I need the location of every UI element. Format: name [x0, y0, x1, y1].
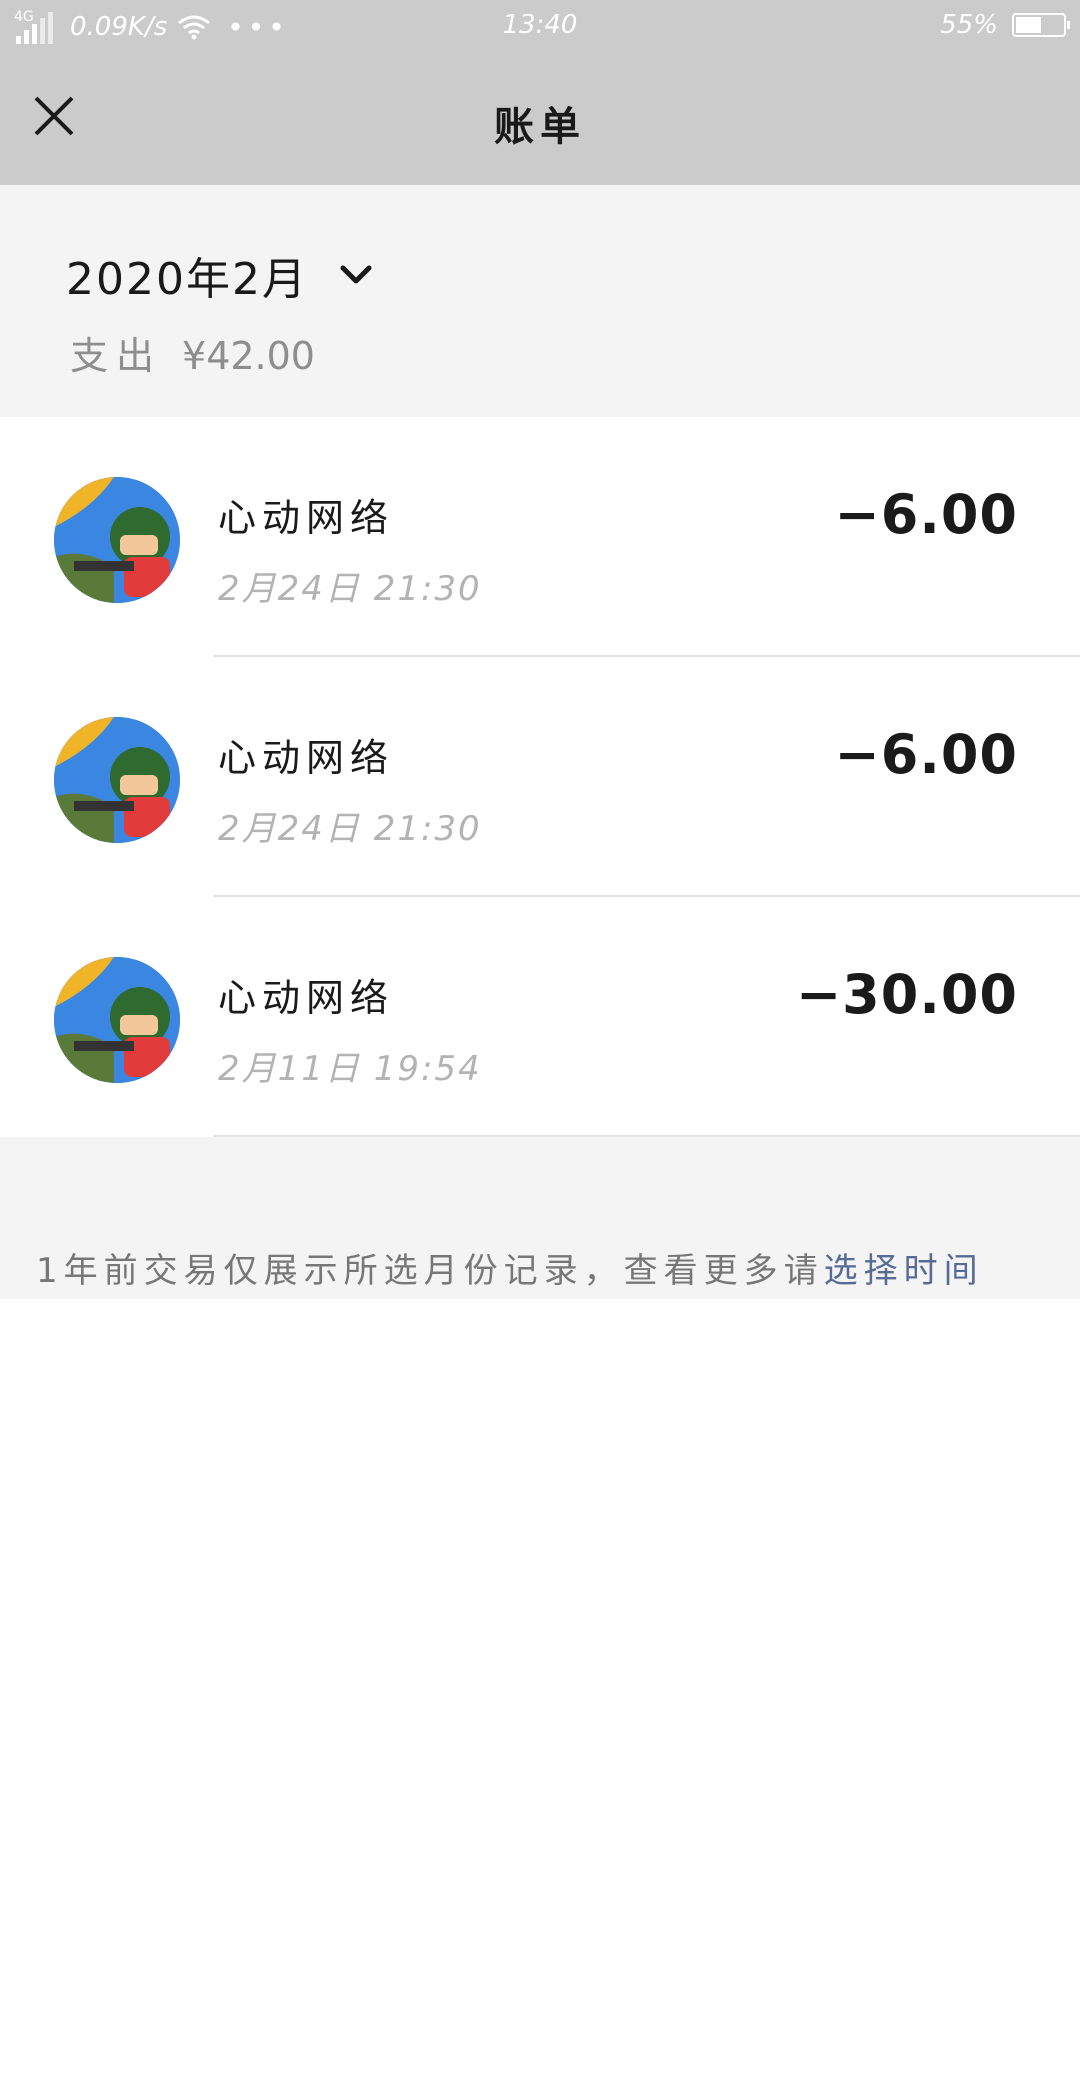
footer-note-text: 1年前交易仅展示所选月份记录，查看更多请: [36, 1251, 824, 1291]
merchant-name: 心动网络: [218, 976, 395, 1020]
merchant-name: 心动网络: [218, 496, 395, 540]
transaction-row[interactable]: 心动网络 2月24日 21:30 −6.00: [0, 417, 1080, 657]
battery-icon: [1012, 13, 1070, 37]
page-title: 账单: [494, 104, 586, 150]
footer: 1年前交易仅展示所选月份记录，查看更多请选择时间: [0, 1137, 1080, 1299]
merchant-name: 心动网络: [218, 736, 395, 780]
empty-area: [0, 1299, 1080, 2099]
transaction-datetime: 2月11日 19:54: [218, 1049, 482, 1089]
status-bar: 4G 0.09K/s ••• 13:40 55%: [0, 0, 1080, 52]
battery-percent: 55%: [940, 10, 998, 40]
month-header: 2020年2月 支出 ¥42.00: [0, 185, 1080, 417]
battery-fill: [1016, 17, 1042, 33]
transaction-datetime: 2月24日 21:30: [218, 569, 482, 609]
transaction-row[interactable]: 心动网络 2月24日 21:30 −6.00: [0, 657, 1080, 897]
transaction-list: 心动网络 2月24日 21:30 −6.00 心动网络 2月24日 21:30 …: [0, 417, 1080, 1137]
select-time-link[interactable]: 选择时间: [824, 1251, 984, 1291]
expense-label: 支出: [70, 334, 163, 378]
merchant-avatar: [54, 957, 180, 1083]
merchant-avatar: [54, 717, 180, 843]
merchant-avatar: [54, 477, 180, 603]
month-label: 2020年2月: [66, 254, 308, 305]
expense-summary: 支出 ¥42.00: [70, 325, 315, 380]
nav-bar: 账单: [0, 52, 1080, 185]
transaction-amount: −6.00: [834, 723, 1018, 786]
transaction-amount: −6.00: [834, 483, 1018, 546]
transaction-row[interactable]: 心动网络 2月11日 19:54 −30.00: [0, 897, 1080, 1137]
status-time: 13:40: [502, 10, 578, 40]
month-picker[interactable]: 2020年2月: [66, 243, 374, 307]
top-bar: 4G 0.09K/s ••• 13:40 55% 账单: [0, 0, 1080, 185]
expense-amount: ¥42.00: [182, 334, 315, 378]
transaction-datetime: 2月24日 21:30: [218, 809, 482, 849]
transaction-amount: −30.00: [795, 963, 1018, 1026]
chevron-down-icon: [340, 265, 372, 284]
footer-note: 1年前交易仅展示所选月份记录，查看更多请选择时间: [36, 1243, 1050, 1292]
status-right: 55%: [940, 10, 1070, 40]
